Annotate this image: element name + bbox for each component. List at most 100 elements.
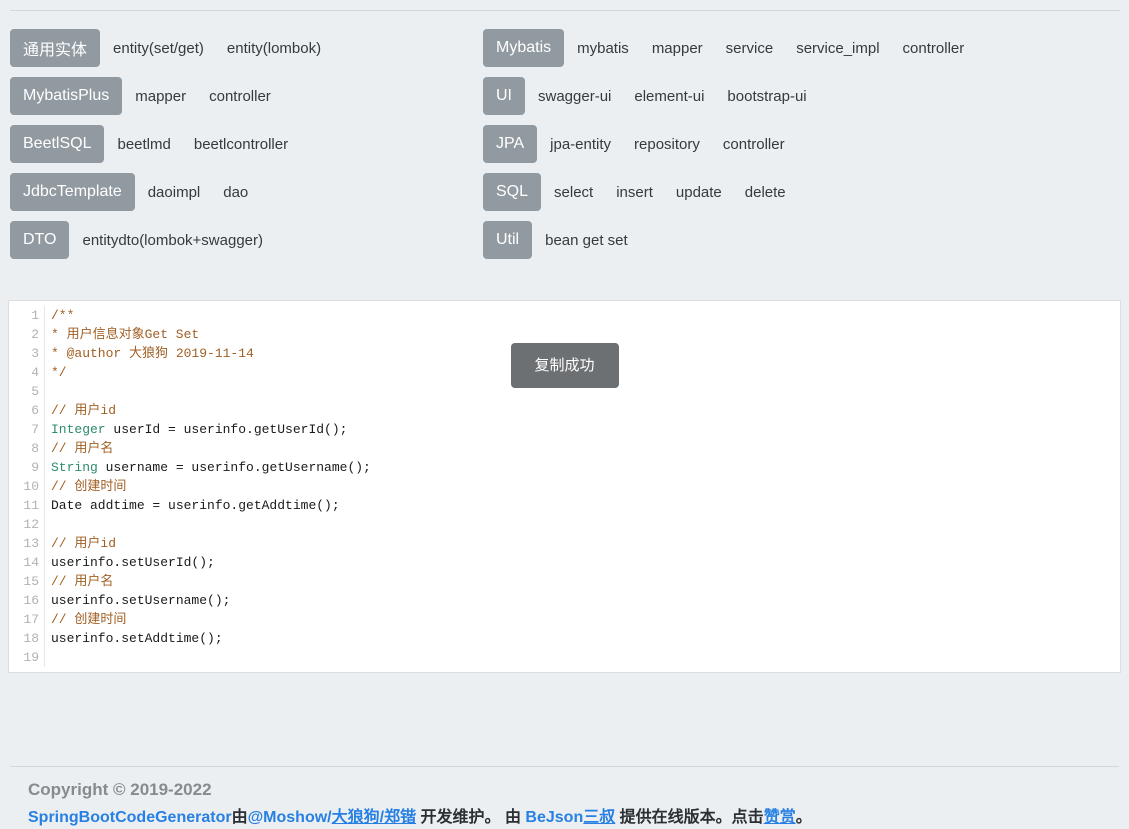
copyright-text: Copyright © 2019-2022 <box>28 780 1101 800</box>
line-number: 13 <box>9 534 45 553</box>
generator-group-left-2: BeetlSQL beetlmd beetlcontroller <box>10 125 483 163</box>
group-links: entitydto(lombok+swagger) <box>82 232 263 249</box>
code-line: 10// 创建时间 <box>9 477 1120 496</box>
line-content: String username = userinfo.getUsername()… <box>45 458 371 477</box>
code-type-link[interactable]: beetlcontroller <box>194 136 288 153</box>
code-type-link[interactable]: service_impl <box>796 40 879 57</box>
footer-link[interactable]: @Moshow/ <box>248 809 332 826</box>
code-type-link[interactable]: update <box>676 184 722 201</box>
line-content: /** <box>45 306 74 325</box>
code-type-link[interactable]: entity(set/get) <box>113 40 204 57</box>
footer-text: 由 <box>232 809 248 826</box>
code-line: 19 <box>9 648 1120 667</box>
line-number: 6 <box>9 401 45 420</box>
line-number: 17 <box>9 610 45 629</box>
code-type-link[interactable]: dao <box>223 184 248 201</box>
group-links: swagger-ui element-ui bootstrap-ui <box>538 88 807 105</box>
code-type-link[interactable]: jpa-entity <box>550 136 611 153</box>
group-button[interactable]: Util <box>483 221 532 259</box>
code-line: 11Date addtime = userinfo.getAddtime(); <box>9 496 1120 515</box>
code-type-link[interactable]: entity(lombok) <box>227 40 321 57</box>
footer-link[interactable]: 大狼狗/郑锴 <box>332 809 416 826</box>
code-type-link[interactable]: delete <box>745 184 786 201</box>
code-type-link[interactable]: mapper <box>652 40 703 57</box>
footer-text: 开发维护。 由 <box>416 809 525 826</box>
line-content: // 用户名 <box>45 572 113 591</box>
generator-group-right-1: UI swagger-ui element-ui bootstrap-ui <box>483 77 1119 115</box>
line-number: 9 <box>9 458 45 477</box>
line-content: * 用户信息对象Get Set <box>45 325 199 344</box>
group-button[interactable]: SQL <box>483 173 541 211</box>
code-line: 7Integer userId = userinfo.getUserId(); <box>9 420 1120 439</box>
group-button[interactable]: DTO <box>10 221 69 259</box>
footer-text: 。 <box>796 809 812 826</box>
code-type-link[interactable]: bean get set <box>545 232 628 249</box>
line-content: userinfo.setUsername(); <box>45 591 230 610</box>
group-button[interactable]: JPA <box>483 125 537 163</box>
footer-link[interactable]: SpringBootCodeGenerator <box>28 809 232 826</box>
code-type-link[interactable]: controller <box>209 88 271 105</box>
toolbar-right-column: Mybatismybatismapperserviceservice_implc… <box>483 29 1119 269</box>
group-button[interactable]: JdbcTemplate <box>10 173 135 211</box>
group-links: entity(set/get) entity(lombok) <box>113 40 321 57</box>
code-type-link[interactable]: swagger-ui <box>538 88 611 105</box>
line-number: 19 <box>9 648 45 667</box>
code-type-link[interactable]: repository <box>634 136 700 153</box>
line-content: Date addtime = userinfo.getAddtime(); <box>45 496 340 515</box>
footer-link[interactable]: BeJson <box>525 809 583 826</box>
generator-toolbar: 通用实体 entity(set/get) entity(lombok) Mybatis… <box>0 11 1129 269</box>
group-button[interactable]: UI <box>483 77 525 115</box>
code-type-link[interactable]: mapper <box>135 88 186 105</box>
code-type-link[interactable]: daoimpl <box>148 184 201 201</box>
generator-group-left-0: 通用实体 entity(set/get) entity(lombok) <box>10 29 483 67</box>
page: { "colors": { "page_background": "#eceff… <box>0 0 1129 825</box>
line-number: 10 <box>9 477 45 496</box>
code-line: 6// 用户id <box>9 401 1120 420</box>
group-links: jpa-entity repository controller <box>550 136 784 153</box>
group-button[interactable]: 通用实体 <box>10 29 100 67</box>
line-number: 14 <box>9 553 45 572</box>
group-button[interactable]: Mybatis <box>483 29 564 67</box>
group-button[interactable]: MybatisPlus <box>10 77 122 115</box>
code-type-link[interactable]: select <box>554 184 593 201</box>
credits-line: SpringBootCodeGenerator由@Moshow/大狼狗/郑锴 开… <box>28 807 1101 829</box>
generator-group-right-4: Util bean get set <box>483 221 1119 259</box>
group-links: mybatis mapper service service_impl controll… <box>577 40 964 57</box>
line-number: 4 <box>9 363 45 382</box>
footer-link[interactable]: 三叔 <box>583 809 615 826</box>
code-type-link[interactable]: mybatis <box>577 40 629 57</box>
line-number: 12 <box>9 515 45 534</box>
code-line: 1/** <box>9 306 1120 325</box>
line-content: // 创建时间 <box>45 610 126 629</box>
line-number: 3 <box>9 344 45 363</box>
group-button[interactable]: BeetlSQL <box>10 125 104 163</box>
line-content <box>45 648 51 667</box>
code-type-link[interactable]: service <box>726 40 774 57</box>
generator-group-left-4: DTO entitydto(lombok+swagger) <box>10 221 483 259</box>
line-number: 7 <box>9 420 45 439</box>
line-number: 2 <box>9 325 45 344</box>
code-type-link[interactable]: controller <box>903 40 965 57</box>
group-links: select insert update delete <box>554 184 786 201</box>
line-number: 8 <box>9 439 45 458</box>
code-type-link[interactable]: beetlmd <box>117 136 170 153</box>
code-output-panel[interactable]: 1/**2* 用户信息对象Get Set3* @author 大狼狗 2019-… <box>8 300 1121 673</box>
line-content: * @author 大狼狗 2019-11-14 <box>45 344 254 363</box>
code-line: 14userinfo.setUserId(); <box>9 553 1120 572</box>
code-line: 13// 用户id <box>9 534 1120 553</box>
toolbar-left-column: 通用实体 entity(set/get) entity(lombok) Mybatis… <box>10 29 483 269</box>
code-type-link[interactable]: insert <box>616 184 653 201</box>
footer: Copyright © 2019-2022 SpringBootCodeGene… <box>0 767 1129 829</box>
generator-group-right-0: Mybatis mybatis mapper service service_impl c… <box>483 29 1119 67</box>
top-divider <box>10 0 1120 11</box>
line-content: */ <box>45 363 67 382</box>
code-line: 9String username = userinfo.getUsername(… <box>9 458 1120 477</box>
code-type-link[interactable]: bootstrap-ui <box>727 88 806 105</box>
line-number: 11 <box>9 496 45 515</box>
code-type-link[interactable]: controller <box>723 136 785 153</box>
footer-link[interactable]: 赞赏 <box>764 809 796 826</box>
code-type-link[interactable]: element-ui <box>634 88 704 105</box>
code-type-link[interactable]: entitydto(lombok+swagger) <box>82 232 263 249</box>
footer-text: 提供在线版本。点击 <box>615 809 763 826</box>
generator-group-left-1: MybatisPlus mapper controller <box>10 77 483 115</box>
